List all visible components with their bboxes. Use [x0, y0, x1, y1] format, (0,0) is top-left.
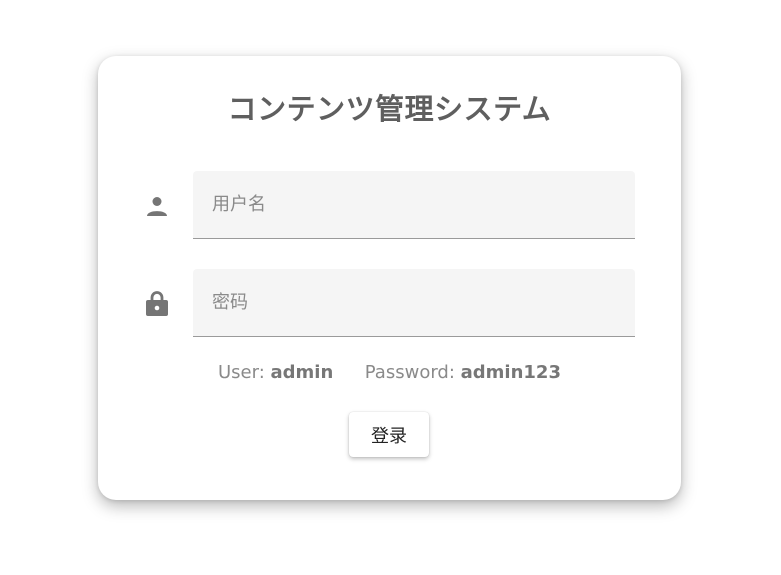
hint-password-label: Password: [364, 362, 455, 383]
username-field[interactable] [193, 171, 635, 239]
credentials-hint: User: admin Password: admin123 [98, 362, 681, 383]
login-card: コンテンツ管理システム User: admin Password: admin1… [98, 56, 681, 500]
hint-user-label: User: [218, 362, 265, 383]
login-button[interactable]: 登录 [349, 412, 429, 457]
lock-icon [144, 290, 170, 316]
page-title: コンテンツ管理システム [227, 92, 552, 126]
password-input[interactable] [193, 269, 635, 336]
hint-password-value: admin123 [460, 362, 561, 383]
person-icon [144, 193, 170, 219]
password-field[interactable] [193, 269, 635, 337]
hint-user-value: admin [270, 362, 334, 383]
username-input[interactable] [193, 171, 635, 238]
